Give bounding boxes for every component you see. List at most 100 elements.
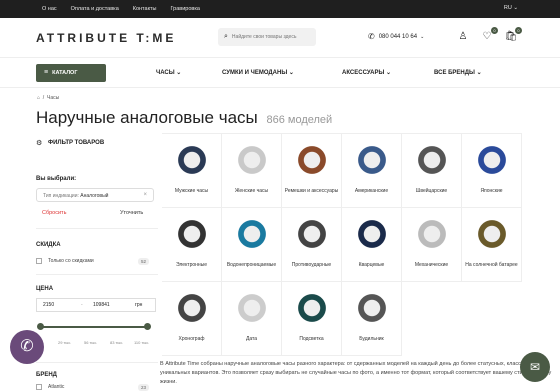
logo[interactable]: ATTRIBUTE T:ME [36,31,176,45]
filter-chip[interactable]: Тип индикации: Аналоговый × [36,188,154,202]
category-label: Кварцевые [358,262,385,268]
phone-icon: ✆ [20,338,34,355]
reset-button[interactable]: Сбросить [42,210,66,216]
category-image [411,214,452,254]
divider [36,228,158,229]
discount-checkbox[interactable] [36,258,42,264]
category-image [231,288,272,328]
search-input[interactable] [231,34,308,40]
category-image [291,288,332,328]
category-label: Механические [414,262,449,268]
nav-item-accessories[interactable]: АКСЕССУАРЫ ⌄ [342,69,391,76]
page-title: Наручные аналоговые часы 866 моделей [36,108,332,128]
user-icon[interactable]: ♙ [456,30,470,44]
category-card[interactable]: Дата [222,282,282,356]
cart-icon[interactable]: 🛍 0 [504,27,522,44]
slider-max-handle[interactable] [144,323,151,330]
category-image [351,214,392,254]
tick-label: 29 тыс. [58,340,72,345]
apply-button[interactable]: Уточнить [120,210,143,216]
breadcrumb-current[interactable]: Часы [47,95,59,101]
category-image [231,140,272,180]
search-box[interactable]: ⌕ [218,28,316,46]
category-card[interactable]: На солнечной батарее [462,208,522,282]
category-image [171,288,212,328]
page-title-text: Наручные аналоговые часы [36,108,258,127]
brand-count: 23 [138,384,150,391]
mail-icon: ✉ [529,360,541,374]
category-label: Противоударные [291,262,332,268]
catalog-label: КАТАЛОГ [52,69,78,76]
chip-label: Тип индикации: [43,193,79,199]
link-engraving[interactable]: Гравировка [171,6,200,12]
category-card[interactable]: Механические [402,208,462,282]
price-heading: ЦЕНА [36,286,54,292]
category-card[interactable]: Водонепроницаемые [222,208,282,282]
nav-item-bags[interactable]: СУМКИ И ЧЕМОДАНЫ ⌄ [222,69,294,76]
close-icon[interactable]: × [143,192,147,198]
product-count: 866 моделей [266,114,333,126]
nav-item-brands[interactable]: ВСЕ БРЕНДЫ ⌄ [434,69,482,76]
category-card[interactable]: Электронные [162,208,222,282]
tick-label: 83 тыс. [110,340,124,345]
category-label: Американские [354,188,389,194]
top-bar: О нас Оплата и доставка Контакты Гравиро… [0,0,560,18]
discount-option-label[interactable]: Только со скидками [48,258,94,264]
chat-button[interactable]: ✉ [520,352,550,382]
category-card[interactable]: Американские [342,134,402,208]
language-label: RU [503,5,512,11]
category-card[interactable]: Ремешки и аксессуары [282,134,342,208]
phone-icon: ✆ [368,32,375,41]
price-min-input[interactable]: 2150 [43,302,54,308]
search-icon[interactable]: ⌕ [224,33,228,41]
brand-heading: БРЕНД [36,372,57,378]
home-icon[interactable]: ⌂ [37,95,40,101]
nav-item-watches[interactable]: ЧАСЫ ⌄ [156,69,181,76]
brand-option-label[interactable]: Atlantic [48,384,64,390]
language-selector[interactable]: RU ⌄ [504,5,518,11]
menu-icon: ≡ [44,69,49,76]
category-card[interactable]: Хронограф [162,282,222,356]
chip-value: Аналоговый [80,193,109,199]
category-label: Будильник [359,336,384,342]
category-card[interactable]: Женские часы [222,134,282,208]
wishlist-icon[interactable]: ♡ 0 [480,27,498,44]
price-slider[interactable] [37,323,151,330]
category-label: Женские часы [234,188,269,194]
filter-sidebar: ⚙ ФИЛЬТР ТОВАРОВ Вы выбрали: Тип индикац… [36,140,158,391]
category-image [171,214,212,254]
category-image [351,288,392,328]
brand-checkbox[interactable] [36,384,42,390]
divider [36,274,158,275]
chevron-down-icon: ⌄ [420,33,425,40]
category-card[interactable]: Противоударные [282,208,342,282]
link-payment[interactable]: Оплата и доставка [71,6,119,12]
callback-button[interactable]: ✆ [10,330,44,364]
category-label: Мужские часы [174,188,209,194]
link-contacts[interactable]: Контакты [133,6,157,12]
category-image [471,214,512,254]
category-description: В Attribute Time собраны наручные аналог… [160,361,552,385]
main-nav: ≡ КАТАЛОГ ЧАСЫ ⌄ СУМКИ И ЧЕМОДАНЫ ⌄ АКСЕ… [0,58,560,88]
chosen-heading: Вы выбрали: [36,176,77,182]
phone-contact[interactable]: ✆ 080 044 10 64 ⌄ [368,32,424,41]
currency-label: грн [135,302,143,308]
tick-label: 56 тыс. [84,340,98,345]
category-card[interactable]: Подсветка [282,282,342,356]
category-label: Водонепроницаемые [226,262,277,268]
category-image [411,140,452,180]
category-image [171,140,212,180]
category-card[interactable]: Будильник [342,282,402,356]
catalog-button[interactable]: ≡ КАТАЛОГ [36,63,106,82]
category-card[interactable]: Швейцарские [402,134,462,208]
category-image [231,214,272,254]
category-card[interactable]: Мужские часы [162,134,222,208]
filter-icon: ⚙ [36,140,43,147]
slider-min-handle[interactable] [37,323,44,330]
category-card[interactable]: Японские [462,134,522,208]
price-max-input[interactable]: 109841 [93,302,110,308]
category-card[interactable]: Кварцевые [342,208,402,282]
link-about[interactable]: О нас [42,6,57,12]
category-label: На солнечной батарее [465,262,518,268]
category-label: Подсветка [299,336,324,342]
